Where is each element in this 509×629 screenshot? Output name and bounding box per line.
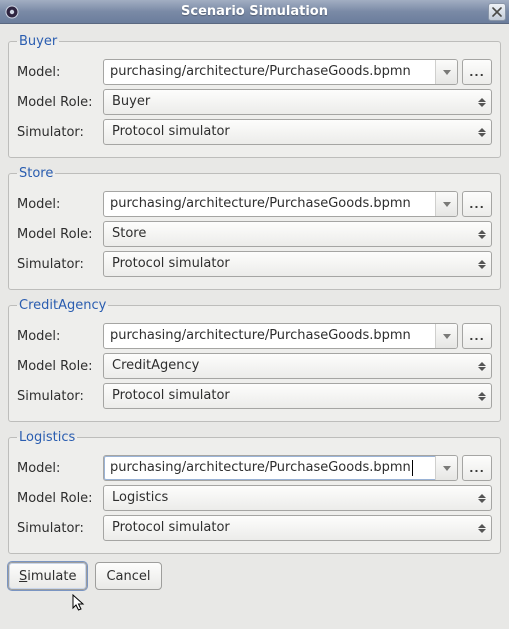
- model-input-text: purchasing/architecture/PurchaseGoods.bp…: [110, 64, 411, 79]
- model-input[interactable]: purchasing/architecture/PurchaseGoods.bp…: [103, 59, 458, 85]
- combo-spinner-icon: [473, 486, 491, 510]
- cancel-button[interactable]: Cancel: [95, 562, 161, 590]
- model-label: Model:: [17, 461, 99, 476]
- model-label: Model:: [17, 329, 99, 344]
- window-title: Scenario Simulation: [0, 4, 509, 19]
- combo-spinner-icon: [473, 252, 491, 276]
- group-legend: Logistics: [17, 430, 77, 445]
- model-label: Model:: [17, 65, 99, 80]
- browse-button[interactable]: ...: [462, 323, 492, 349]
- simulate-button[interactable]: Simulate: [8, 562, 87, 590]
- combo-spinner-icon: [473, 516, 491, 540]
- simulator-combo[interactable]: Protocol simulator: [103, 251, 492, 277]
- group-creditagency: CreditAgency Model: purchasing/architectur…: [8, 298, 501, 422]
- model-role-value: CreditAgency: [112, 358, 199, 373]
- simulator-combo[interactable]: Protocol simulator: [103, 383, 492, 409]
- group-store: Store Model: purchasing/architecture/Purch…: [8, 166, 501, 290]
- model-role-label: Model Role:: [17, 227, 99, 242]
- model-role-combo[interactable]: Logistics: [103, 485, 492, 511]
- combo-spinner-icon: [473, 222, 491, 246]
- app-icon: [4, 4, 20, 20]
- model-role-value: Logistics: [112, 490, 168, 505]
- chevron-down-icon: [443, 466, 451, 471]
- model-role-combo[interactable]: Buyer: [103, 89, 492, 115]
- combo-spinner-icon: [473, 354, 491, 378]
- model-role-label: Model Role:: [17, 95, 99, 110]
- group-legend: Buyer: [17, 34, 59, 49]
- simulator-label: Simulator:: [17, 257, 99, 272]
- model-input[interactable]: purchasing/architecture/PurchaseGoods.bp…: [103, 323, 458, 349]
- simulator-label: Simulator:: [17, 125, 99, 140]
- simulator-label: Simulator:: [17, 521, 99, 536]
- simulator-value: Protocol simulator: [112, 256, 230, 271]
- model-input-text: purchasing/architecture/PurchaseGoods.bp…: [110, 328, 411, 343]
- browse-button[interactable]: ...: [462, 59, 492, 85]
- model-role-label: Model Role:: [17, 491, 99, 506]
- dialog-button-row: Simulate Cancel: [8, 562, 501, 590]
- browse-button[interactable]: ...: [462, 455, 492, 481]
- group-buyer: Buyer Model: purchasing/architecture/Purch…: [8, 34, 501, 158]
- model-input[interactable]: purchasing/architecture/PurchaseGoods.bp…: [103, 191, 458, 217]
- combo-spinner-icon: [473, 384, 491, 408]
- model-role-label: Model Role:: [17, 359, 99, 374]
- group-logistics: Logistics Model: purchasing/architecture/P…: [8, 430, 501, 554]
- browse-button[interactable]: ...: [462, 191, 492, 217]
- model-input-text: purchasing/architecture/PurchaseGoods.bp…: [110, 460, 411, 475]
- group-legend: CreditAgency: [17, 298, 108, 313]
- simulator-combo[interactable]: Protocol simulator: [103, 119, 492, 145]
- chevron-down-icon: [443, 70, 451, 75]
- dialog-content: Buyer Model: purchasing/architecture/Purch…: [0, 24, 509, 600]
- simulator-value: Protocol simulator: [112, 520, 230, 535]
- text-caret: [412, 460, 413, 476]
- simulator-value: Protocol simulator: [112, 124, 230, 139]
- combo-spinner-icon: [473, 90, 491, 114]
- model-dropdown-button[interactable]: [435, 192, 457, 216]
- simulator-combo[interactable]: Protocol simulator: [103, 515, 492, 541]
- model-role-combo[interactable]: Store: [103, 221, 492, 247]
- group-legend: Store: [17, 166, 55, 181]
- model-role-value: Buyer: [112, 94, 150, 109]
- model-input[interactable]: purchasing/architecture/PurchaseGoods.bp…: [103, 455, 458, 481]
- simulator-value: Protocol simulator: [112, 388, 230, 403]
- model-label: Model:: [17, 197, 99, 212]
- chevron-down-icon: [443, 202, 451, 207]
- close-icon: [492, 7, 502, 17]
- combo-spinner-icon: [473, 120, 491, 144]
- model-role-combo[interactable]: CreditAgency: [103, 353, 492, 379]
- titlebar: Scenario Simulation: [0, 0, 509, 24]
- model-dropdown-button[interactable]: [435, 60, 457, 84]
- model-role-value: Store: [112, 226, 146, 241]
- model-dropdown-button[interactable]: [435, 456, 457, 480]
- close-button[interactable]: [488, 3, 506, 21]
- chevron-down-icon: [443, 334, 451, 339]
- model-input-text: purchasing/architecture/PurchaseGoods.bp…: [110, 196, 411, 211]
- simulator-label: Simulator:: [17, 389, 99, 404]
- model-dropdown-button[interactable]: [435, 324, 457, 348]
